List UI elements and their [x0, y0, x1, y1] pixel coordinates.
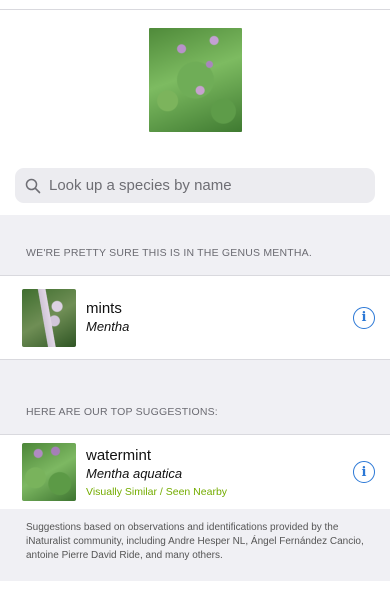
search-icon [25, 178, 41, 193]
top-suggestions-header: HERE ARE OUR TOP SUGGESTIONS: [0, 390, 390, 435]
suggestion-row[interactable]: watermint Mentha aquatica Visually Simil… [0, 435, 390, 509]
observation-photo-area [0, 10, 390, 140]
taxon-scientific-name: Mentha aquatica [86, 465, 183, 481]
genus-result-row[interactable]: mints Mentha i [0, 276, 390, 360]
taxon-common-name: watermint [86, 446, 152, 464]
info-icon[interactable]: i [353, 461, 375, 483]
suggestion-reason: Visually Similar / Seen Nearby [86, 485, 228, 498]
taxon-thumbnail [22, 443, 76, 501]
top-divider [0, 0, 390, 10]
taxon-common-name: mints [86, 300, 122, 317]
info-icon[interactable]: i [353, 306, 375, 329]
attribution-footer: Suggestions based on observations and id… [0, 509, 390, 581]
genus-section-header: WE'RE PRETTY SURE THIS IS IN THE GENUS M… [0, 231, 390, 276]
suggestions-group: WE'RE PRETTY SURE THIS IS IN THE GENUS M… [0, 215, 390, 581]
taxon-thumbnail [22, 288, 76, 347]
taxon-scientific-name: Mentha [86, 319, 130, 334]
observation-photo[interactable] [148, 28, 242, 132]
species-search-bar[interactable] [15, 168, 375, 203]
search-section [0, 140, 390, 215]
species-search-input[interactable] [47, 176, 365, 195]
